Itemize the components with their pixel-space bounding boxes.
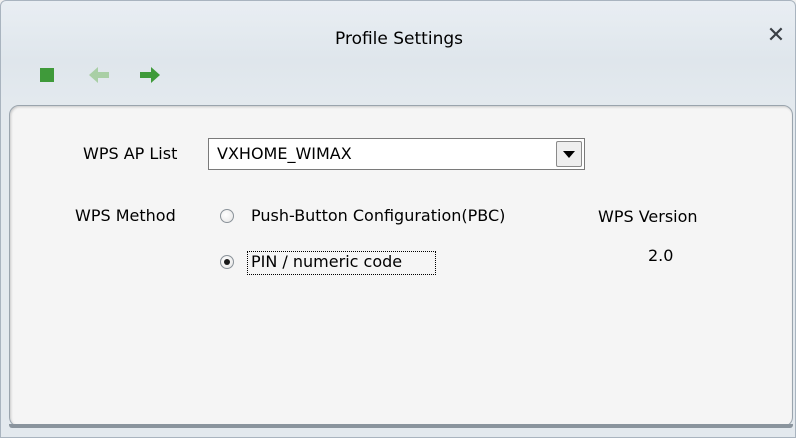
stop-icon[interactable] [37,65,61,85]
pbc-option-label[interactable]: Push-Button Configuration(PBC) [251,206,505,225]
window-title: Profile Settings [335,29,463,49]
wps-ap-list-value: VXHOME_WIMAX [217,144,352,163]
close-icon[interactable]: ✕ [763,23,789,49]
pbc-radio[interactable] [220,209,234,223]
forward-arrow-icon[interactable] [138,65,162,85]
back-arrow-icon[interactable] [87,65,111,85]
wps-version-value: 2.0 [648,246,674,265]
pin-option-label[interactable]: PIN / numeric code [251,252,402,271]
wps-ap-list-select[interactable]: VXHOME_WIMAX [208,138,585,170]
radio-selected-dot [224,259,230,265]
chevron-down-icon[interactable] [556,141,582,167]
wps-version-label: WPS Version [598,207,698,226]
wps-ap-list-label: WPS AP List [83,144,178,163]
pin-radio[interactable] [220,255,234,269]
panel-bottom-edge [9,424,793,428]
profile-settings-window: Profile Settings ✕ WPS AP List VXHOME_WI… [0,0,796,438]
wps-method-label: WPS Method [75,206,176,225]
